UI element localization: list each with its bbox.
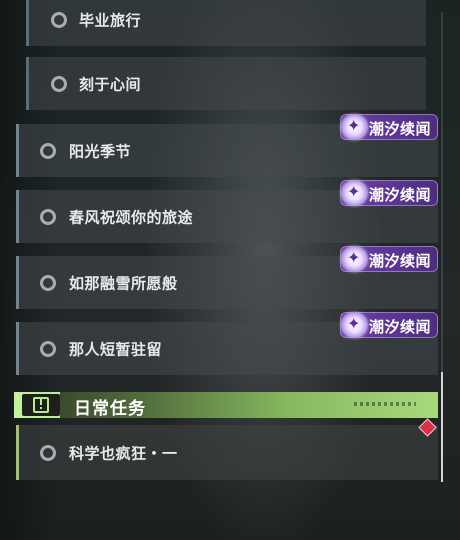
quest-item-graduation-trip[interactable]: 毕业旅行: [26, 0, 426, 46]
quest-label: 那人短暂驻留: [69, 340, 163, 358]
decorative-stripes: [354, 402, 416, 406]
radio-circle-icon: [40, 444, 56, 461]
quest-label: 刻于心间: [79, 75, 142, 93]
tide-story-badge: 潮汐续闻: [340, 180, 438, 206]
tide-story-badge: 潮汐续闻: [340, 246, 438, 272]
daily-tasks-header[interactable]: 日常任务: [14, 392, 438, 419]
radio-circle-icon: [51, 11, 67, 28]
tide-story-badge: 潮汐续闻: [340, 114, 438, 140]
sparkle-icon: [341, 114, 368, 140]
quest-label: 如那融雪所愿般: [69, 274, 178, 292]
quest-item-engraved-in-heart[interactable]: 刻于心间: [26, 57, 426, 110]
radio-circle-icon: [40, 274, 56, 291]
scrollbar-thumb[interactable]: [441, 372, 443, 482]
sparkle-icon: [341, 180, 368, 206]
badge-label: 潮汐续闻: [369, 318, 432, 336]
exclamation-icon: [22, 394, 60, 416]
quest-label: 春风祝颂你的旅途: [69, 208, 194, 226]
sparkle-icon: [341, 312, 368, 338]
radio-circle-icon: [40, 340, 56, 357]
daily-quest-item[interactable]: 科学也疯狂・一: [16, 425, 438, 480]
quest-label: 科学也疯狂・一: [69, 444, 178, 462]
quest-label: 阳光季节: [69, 142, 132, 160]
badge-label: 潮汐续闻: [369, 252, 432, 270]
quest-label: 毕业旅行: [79, 11, 142, 29]
radio-circle-icon: [40, 142, 56, 159]
badge-label: 潮汐续闻: [369, 120, 432, 138]
radio-circle-icon: [40, 208, 56, 225]
tide-story-badge: 潮汐续闻: [340, 312, 438, 338]
radio-circle-icon: [51, 75, 67, 92]
sparkle-icon: [341, 246, 368, 272]
section-title: 日常任务: [74, 399, 146, 419]
badge-label: 潮汐续闻: [369, 186, 432, 204]
